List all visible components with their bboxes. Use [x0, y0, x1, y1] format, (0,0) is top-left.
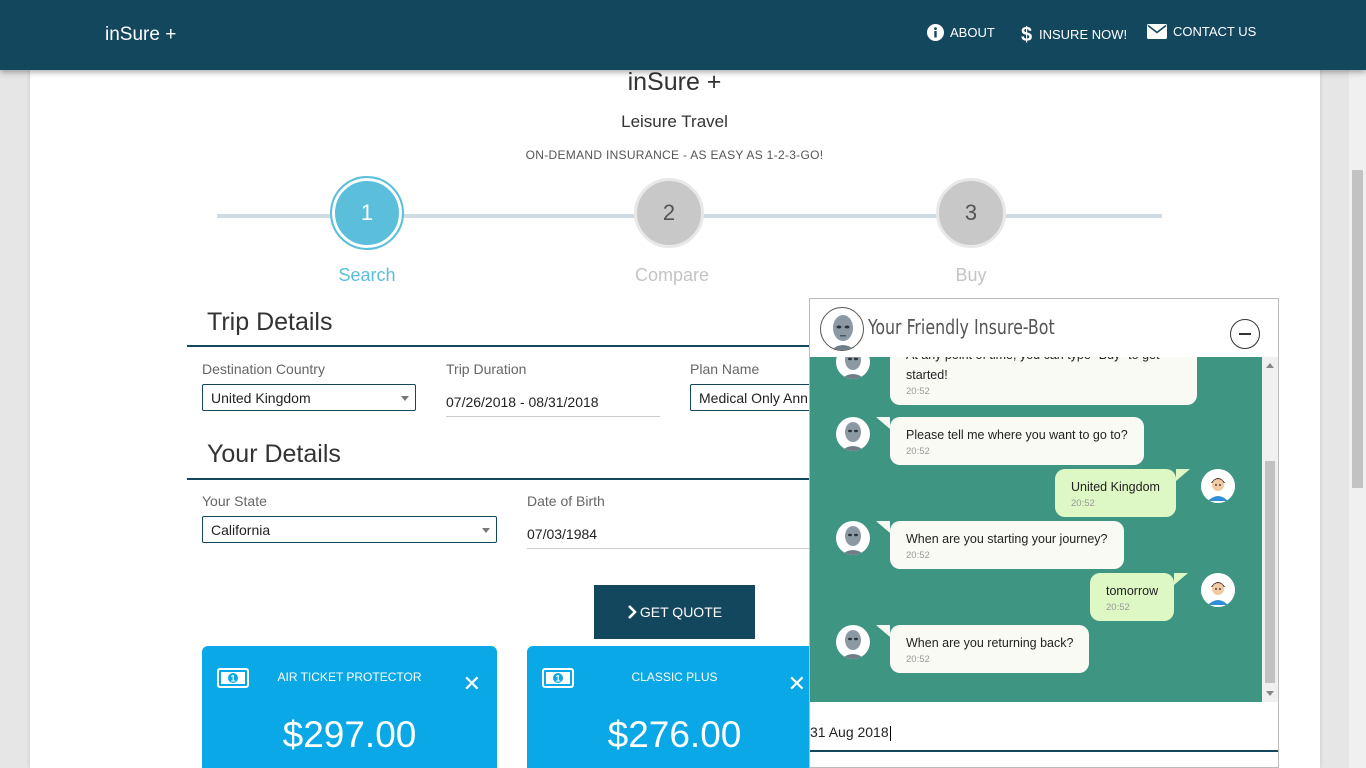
- page-tagline: ON-DEMAND INSURANCE - AS EASY AS 1-2-3-G…: [525, 148, 824, 162]
- message-text: United Kingdom: [1071, 480, 1160, 494]
- bot-message-avatar: [836, 417, 870, 451]
- bot-avatar: [820, 307, 864, 351]
- page-title: inSure +: [627, 68, 722, 96]
- navbar: inSure + ABOUT $ INSURE NOW! CONTACT US: [0, 0, 1366, 70]
- minimize-button[interactable]: [1230, 319, 1260, 349]
- robot-avatar-icon: [841, 422, 865, 451]
- user-message-avatar: [1201, 469, 1235, 503]
- page-subtitle: Leisure Travel: [621, 112, 728, 131]
- bot-message: When are you starting your journey? 20:5…: [876, 521, 1124, 569]
- step-1-label: Search: [338, 265, 396, 285]
- plan-name: AIR TICKET PROTECTOR: [277, 670, 422, 684]
- plan-card-air-ticket-protector[interactable]: 1 AIR TICKET PROTECTOR ✕ $297.00: [202, 646, 497, 768]
- page-scrollbar-thumb[interactable]: [1352, 170, 1363, 488]
- state-label: Your State: [202, 493, 267, 509]
- close-icon[interactable]: ✕: [788, 673, 806, 695]
- minus-icon: [1239, 333, 1251, 335]
- your-details-heading: Your Details: [207, 440, 341, 468]
- message-text: When are you starting your journey?: [906, 532, 1108, 546]
- get-quote-button[interactable]: GET QUOTE: [594, 585, 755, 639]
- message-text: tomorrow: [1106, 584, 1159, 598]
- nav-insure-now[interactable]: $ INSURE NOW!: [1021, 24, 1127, 44]
- user-avatar-icon: [1201, 573, 1235, 607]
- message-time: 20:52: [906, 386, 930, 397]
- state-value: California: [211, 522, 271, 538]
- bot-message: When are you returning back? 20:52: [875, 625, 1090, 673]
- scroll-down-arrow-icon[interactable]: [1266, 691, 1274, 696]
- nav-contact-us-label: CONTACT US: [1173, 24, 1257, 39]
- message-time: 20:52: [1071, 498, 1095, 509]
- plan-name-value: Medical Only Ann: [699, 390, 808, 406]
- chat-scrollbar-thumb[interactable]: [1265, 461, 1275, 683]
- message-text: Please tell me where you want to go to?: [906, 428, 1128, 442]
- user-message: United Kingdom 20:52: [1055, 469, 1190, 517]
- user-message-avatar: [1201, 573, 1235, 607]
- step-3-circle[interactable]: 3: [936, 178, 1006, 248]
- destination-label: Destination Country: [202, 361, 325, 377]
- close-icon[interactable]: ✕: [463, 673, 481, 695]
- chat-header: Your Friendly Insure-Bot: [810, 299, 1278, 357]
- dob-label: Date of Birth: [527, 493, 605, 509]
- chevron-down-icon: [401, 396, 409, 401]
- plan-price: $276.00: [607, 714, 742, 755]
- plan-price: $297.00: [282, 714, 417, 755]
- state-select[interactable]: California: [202, 516, 497, 543]
- plan-name: CLASSIC PLUS: [631, 670, 718, 684]
- step-1-circle[interactable]: 1: [330, 176, 404, 250]
- message-time: 20:52: [906, 654, 930, 665]
- chevron-down-icon: [482, 528, 490, 533]
- chat-title: Your Friendly Insure-Bot: [868, 315, 1055, 339]
- text-cursor: [889, 725, 891, 741]
- svg-text:$: $: [1021, 24, 1032, 44]
- step-3-label: Buy: [955, 265, 987, 285]
- chatbot-widget: Your Friendly Insure-Bot At any point of…: [809, 298, 1279, 768]
- message-time: 20:52: [1106, 602, 1130, 613]
- your-details-divider: [187, 478, 827, 480]
- user-message: tomorrow 20:52: [1090, 573, 1189, 621]
- step-2-label: Compare: [634, 265, 710, 285]
- plan-name-select[interactable]: Medical Only Ann: [690, 384, 820, 411]
- message-time: 20:52: [906, 446, 930, 457]
- chat-messages: At any point of time, you can type "Buy"…: [810, 357, 1262, 702]
- scroll-up-arrow-icon[interactable]: [1266, 363, 1274, 368]
- destination-select[interactable]: United Kingdom: [202, 384, 416, 411]
- message-time: 20:52: [906, 550, 930, 561]
- bot-message-avatar: [836, 625, 870, 659]
- plan-name-label: Plan Name: [690, 361, 760, 377]
- message-text: When are you returning back?: [906, 636, 1074, 650]
- trip-details-divider: [187, 345, 827, 347]
- user-avatar-icon: [1201, 469, 1235, 503]
- message-text: At any point of time, you can type "Buy"…: [906, 357, 1159, 382]
- bot-message: At any point of time, you can type "Buy"…: [890, 357, 1197, 405]
- nav-about-label: ABOUT: [950, 25, 995, 40]
- dollar-icon: $: [1021, 24, 1032, 44]
- bot-message: Please tell me where you want to go to? …: [876, 417, 1144, 465]
- nav-contact-us[interactable]: CONTACT US: [1147, 24, 1256, 39]
- trip-details-heading: Trip Details: [207, 308, 333, 336]
- robot-avatar-icon: [841, 526, 865, 555]
- chat-scrollbar[interactable]: [1262, 357, 1278, 702]
- step-2-circle[interactable]: 2: [634, 178, 704, 248]
- plan-card-classic-plus[interactable]: 1 CLASSIC PLUS ✕ $276.00: [527, 646, 822, 768]
- nav-about[interactable]: ABOUT: [927, 24, 995, 41]
- duration-field[interactable]: 07/26/2018 - 08/31/2018: [446, 394, 660, 417]
- chat-message-input[interactable]: 31 Aug 2018: [810, 702, 1278, 752]
- robot-avatar-icon: [841, 357, 865, 379]
- brand-logo[interactable]: inSure +: [105, 24, 176, 46]
- bot-message-avatar: [836, 357, 870, 379]
- bot-message-avatar: [836, 521, 870, 555]
- robot-avatar-icon: [841, 630, 865, 659]
- robot-avatar-icon: [831, 315, 855, 350]
- chevron-right-icon: [627, 605, 637, 619]
- get-quote-label: GET QUOTE: [639, 604, 723, 620]
- info-icon: [927, 24, 944, 41]
- nav-insure-now-label: INSURE NOW!: [1039, 26, 1128, 42]
- envelope-icon: [1147, 24, 1167, 39]
- dob-field[interactable]: 07/03/1984: [527, 526, 817, 549]
- duration-label: Trip Duration: [446, 361, 527, 377]
- destination-value: United Kingdom: [211, 390, 311, 406]
- chat-input-value: 31 Aug 2018: [810, 724, 889, 740]
